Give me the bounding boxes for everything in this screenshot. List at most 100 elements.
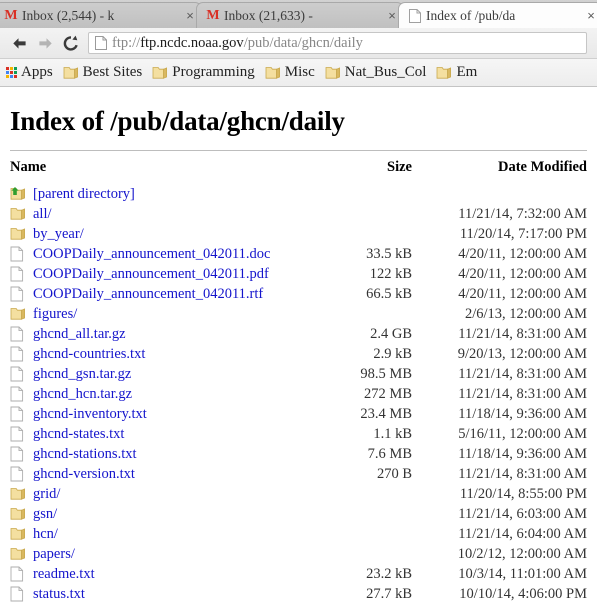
file-link[interactable]: figures/ — [33, 304, 77, 324]
file-link[interactable]: status.txt — [33, 584, 85, 604]
cell-name: readme.txt — [10, 564, 332, 584]
file-link[interactable]: ghcnd_all.tar.gz — [33, 324, 126, 344]
cell-name: papers/ — [10, 544, 332, 564]
cell-name: COOPDaily_announcement_042011.rtf — [10, 284, 332, 304]
forward-button[interactable] — [32, 30, 58, 56]
file-link[interactable]: COOPDaily_announcement_042011.doc — [33, 244, 270, 264]
file-link[interactable]: ghcnd-countries.txt — [33, 344, 145, 364]
cell-size: 23.4 MB — [360, 406, 412, 422]
file-link[interactable]: all/ — [33, 204, 52, 224]
table-row: figures/2/6/13, 12:00:00 AM — [10, 304, 587, 324]
table-row: hcn/11/21/14, 6:04:00 AM — [10, 524, 587, 544]
file-link[interactable]: COOPDaily_announcement_042011.rtf — [33, 284, 263, 304]
cell-name: COOPDaily_announcement_042011.pdf — [10, 264, 332, 284]
bookmark-apps[interactable]: Apps — [6, 64, 53, 81]
cell-size: 33.5 kB — [366, 246, 412, 262]
table-row: COOPDaily_announcement_042011.doc 33.5 kB… — [10, 244, 587, 264]
cell-name: ghcnd-version.txt — [10, 464, 332, 484]
browser-tab-3[interactable]: Index of /pub/da × — [398, 2, 597, 28]
tab-close-icon[interactable]: × — [183, 8, 197, 23]
file-icon — [10, 406, 26, 423]
cell-size: 272 MB — [364, 386, 412, 402]
file-icon — [10, 446, 26, 463]
file-link[interactable]: ghcnd-version.txt — [33, 464, 135, 484]
cell-size — [332, 184, 412, 204]
file-link[interactable]: COOPDaily_announcement_042011.pdf — [33, 264, 269, 284]
file-link[interactable]: ghcnd-states.txt — [33, 424, 124, 444]
bookmark-best-sites[interactable]: Best Sites — [63, 64, 143, 81]
cell-size — [332, 304, 412, 324]
file-link[interactable]: [parent directory] — [33, 184, 135, 204]
file-link[interactable]: ghcnd-inventory.txt — [33, 404, 147, 424]
cell-name: gsn/ — [10, 504, 332, 524]
bookmark-misc[interactable]: Misc — [265, 64, 315, 81]
cell-date: 10/10/14, 4:06:00 PM — [459, 586, 587, 602]
file-icon — [10, 346, 26, 363]
cell-name: ghcnd_all.tar.gz — [10, 324, 332, 344]
file-link[interactable]: grid/ — [33, 484, 60, 504]
gmail-icon: M — [4, 7, 18, 23]
table-row: all/11/21/14, 7:32:00 AM — [10, 204, 587, 224]
browser-window: M Inbox (2,544) - k × M Inbox (21,633) - × Ind… — [0, 0, 597, 613]
file-link[interactable]: hcn/ — [33, 524, 58, 544]
cell-size: 7.6 MB — [367, 446, 412, 462]
cell-size: 2.4 GB — [370, 326, 412, 342]
url-host: ftp.ncdc.noaa.gov — [140, 34, 244, 51]
tab-close-icon[interactable]: × — [385, 8, 399, 23]
folder-icon — [10, 206, 26, 223]
reload-button[interactable] — [58, 30, 84, 56]
cell-size: 122 kB — [369, 266, 412, 282]
tab-close-icon[interactable]: × — [584, 8, 597, 23]
cell-date: 11/21/14, 6:03:00 AM — [458, 506, 587, 522]
back-button[interactable] — [6, 30, 32, 56]
file-icon — [10, 586, 26, 603]
bookmark-em[interactable]: Em — [436, 64, 477, 81]
file-icon — [10, 366, 26, 383]
cell-name: ghcnd-inventory.txt — [10, 404, 332, 424]
cell-size — [332, 524, 412, 544]
cell-date: 11/18/14, 9:36:00 AM — [458, 446, 587, 462]
cell-date: 10/2/12, 12:00:00 AM — [457, 546, 587, 562]
cell-name: [parent directory] — [10, 184, 332, 204]
cell-date: 11/21/14, 8:31:00 AM — [458, 326, 587, 342]
table-row: ghcnd_hcn.tar.gz 272 MB 11/21/14, 8:31:00 … — [10, 384, 587, 404]
browser-tab-1[interactable]: M Inbox (2,544) - k × — [0, 2, 202, 28]
address-bar-url: ftp://ftp.ncdc.noaa.gov/pub/data/ghcn/da… — [112, 35, 363, 52]
up-folder-icon — [10, 186, 26, 203]
file-link[interactable]: ghcnd_gsn.tar.gz — [33, 364, 131, 384]
folder-icon — [10, 306, 26, 323]
tab-title: Inbox (2,544) - k — [22, 7, 115, 23]
cell-name: COOPDaily_announcement_042011.doc — [10, 244, 332, 264]
cell-size: 98.5 MB — [360, 366, 412, 382]
cell-date: 2/6/13, 12:00:00 AM — [464, 306, 587, 322]
bookmark-programming[interactable]: Programming — [152, 64, 255, 81]
bookmark-label: Apps — [21, 64, 53, 80]
cell-name: ghcnd_hcn.tar.gz — [10, 384, 332, 404]
file-link[interactable]: ghcnd-stations.txt — [33, 444, 137, 464]
cell-date: 4/20/11, 12:00:00 AM — [458, 286, 587, 302]
table-row: ghcnd-states.txt 1.1 kB 5/16/11, 12:00:00 … — [10, 424, 587, 444]
cell-size — [332, 544, 412, 564]
gmail-icon: M — [205, 8, 221, 24]
column-header-date[interactable]: Date Modified — [412, 157, 587, 184]
file-link[interactable]: ghcnd_hcn.tar.gz — [33, 384, 132, 404]
bookmark-label: Misc — [284, 64, 315, 80]
cell-name: grid/ — [10, 484, 332, 504]
back-arrow-icon — [12, 37, 26, 49]
column-header-name[interactable]: Name — [10, 157, 332, 184]
bookmark-label: Best Sites — [82, 64, 143, 80]
cell-name: ghcnd_gsn.tar.gz — [10, 364, 332, 384]
cell-date: 5/16/11, 12:00:00 AM — [458, 426, 587, 442]
browser-tab-2[interactable]: M Inbox (21,633) - × — [196, 2, 404, 28]
table-row: ghcnd-countries.txt 2.9 kB 9/20/13, 12:00:… — [10, 344, 587, 364]
tab-strip: M Inbox (2,544) - k × M Inbox (21,633) - × Ind… — [0, 0, 597, 28]
file-link[interactable]: by_year/ — [33, 224, 84, 244]
folder-icon — [10, 546, 26, 563]
bookmark-nat-bus-col[interactable]: Nat_Bus_Col — [325, 64, 426, 81]
file-link[interactable]: gsn/ — [33, 504, 57, 524]
file-link[interactable]: readme.txt — [33, 564, 95, 584]
file-link[interactable]: papers/ — [33, 544, 75, 564]
column-header-size[interactable]: Size — [332, 157, 412, 184]
tab-title: Index of /pub/da — [426, 7, 516, 23]
address-bar[interactable]: ftp://ftp.ncdc.noaa.gov/pub/data/ghcn/da… — [88, 32, 587, 54]
